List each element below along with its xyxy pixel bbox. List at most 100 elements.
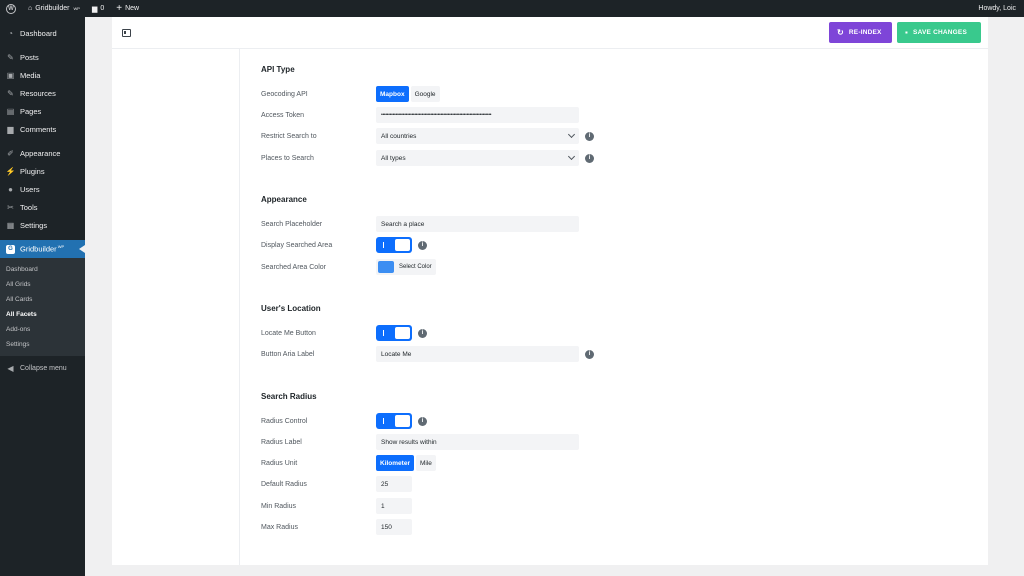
- unit-option-mile[interactable]: Mile: [415, 455, 436, 471]
- sidebar-item-users[interactable]: ● Users: [0, 180, 85, 198]
- select-color-label: Select Color: [399, 264, 432, 270]
- collapse-menu-button[interactable]: ◀ Collapse menu: [0, 359, 85, 377]
- submenu-item-add-ons[interactable]: Add-ons: [0, 322, 85, 337]
- places-to-search-select[interactable]: All types: [376, 150, 579, 166]
- info-icon[interactable]: i: [585, 131, 594, 141]
- radius-control-row: Radius Control i: [261, 413, 961, 429]
- pin-icon: ✎: [7, 88, 14, 98]
- media-icon: ▣: [6, 70, 15, 80]
- collapse-arrow-icon: ◀: [7, 363, 14, 373]
- section-title-appearance: Appearance: [261, 195, 307, 204]
- sidebar-item-posts[interactable]: ✎ Posts: [0, 48, 85, 66]
- submenu-item-all-facets[interactable]: All Facets: [0, 307, 85, 322]
- radius-label-input[interactable]: Show results within: [376, 434, 579, 450]
- default-radius-row: Default Radius 25: [261, 476, 961, 492]
- new-content-menu[interactable]: + New: [110, 0, 145, 17]
- search-placeholder-row: Search Placeholder Search a place: [261, 216, 961, 232]
- save-icon: ▪: [905, 28, 909, 37]
- min-radius-input[interactable]: 1: [376, 498, 412, 514]
- button-aria-label-row: Button Aria Label Locate Me i: [261, 346, 961, 362]
- geocoding-option-google[interactable]: Google: [410, 86, 440, 102]
- field-label: Max Radius: [261, 523, 298, 531]
- sidebar-item-label: Appearance: [20, 148, 61, 158]
- sidebar-item-tools[interactable]: ✂ Tools: [0, 198, 85, 216]
- sidebar-item-label: Users: [20, 184, 40, 194]
- info-icon[interactable]: i: [585, 349, 594, 359]
- access-token-input[interactable]: ••••••••••••••••••••••••••••••••••••••••…: [376, 107, 579, 123]
- save-label: SAVE CHANGES: [913, 29, 967, 36]
- submenu-item-settings[interactable]: Settings: [0, 337, 85, 352]
- sidebar-item-dashboard[interactable]: ◔ Dashboard: [0, 24, 85, 42]
- submenu-item-all-grids[interactable]: All Grids: [0, 277, 85, 292]
- sidebar-item-label: Posts: [20, 52, 39, 62]
- locate-me-row: Locate Me Button i: [261, 325, 961, 341]
- comments-menu[interactable]: ▆ 0: [86, 0, 110, 17]
- facet-editor-panel: ↻ RE-INDEX ▪ SAVE CHANGES API Type Geocodi…: [112, 17, 988, 565]
- field-label: Radius Unit: [261, 459, 298, 467]
- chevron-down-icon: [567, 152, 576, 161]
- select-value: All countries: [381, 132, 417, 140]
- sidebar-item-pages[interactable]: ▤ Pages: [0, 102, 85, 120]
- settings-icon: ▦: [6, 220, 15, 230]
- admin-bar: W ⌂ Gridbuilder WP ▆ 0 + New Howdy, Loic: [0, 0, 1024, 17]
- field-label: Radius Control: [261, 417, 308, 425]
- sidebar-toggle-icon[interactable]: [122, 28, 131, 37]
- sidebar-item-appearance[interactable]: ✐ Appearance: [0, 144, 85, 162]
- field-label: Default Radius: [261, 480, 307, 488]
- toggle-knob: [395, 415, 410, 427]
- facet-settings-content: API Type Geocoding API Mapbox Google Acc…: [241, 49, 988, 565]
- info-icon[interactable]: i: [418, 240, 427, 250]
- field-label: Radius Label: [261, 438, 302, 446]
- select-color-button[interactable]: Select Color: [376, 259, 436, 275]
- field-label: Min Radius: [261, 502, 297, 510]
- info-icon[interactable]: i: [418, 328, 427, 338]
- sidebar-item-media[interactable]: ▣ Media: [0, 66, 85, 84]
- reindex-button[interactable]: ↻ RE-INDEX: [829, 22, 892, 43]
- account-menu[interactable]: Howdy, Loic: [972, 0, 1024, 17]
- restrict-search-row: Restrict Search to All countries i: [261, 128, 961, 144]
- places-to-search-row: Places to Search All types i: [261, 150, 961, 166]
- display-searched-area-toggle[interactable]: [376, 237, 412, 253]
- save-changes-button[interactable]: ▪ SAVE CHANGES: [897, 22, 981, 43]
- plug-icon: ⚡: [5, 166, 16, 176]
- site-name-menu[interactable]: ⌂ Gridbuilder WP: [22, 0, 86, 17]
- sidebar-item-gridbuilder[interactable]: G GridbuilderWP: [0, 240, 85, 258]
- sidebar-item-label: Plugins: [20, 166, 45, 176]
- sidebar-item-settings[interactable]: ▦ Settings: [0, 216, 85, 234]
- pin-icon: ✎: [7, 52, 14, 62]
- sidebar-item-label: Resources: [20, 88, 56, 98]
- info-icon[interactable]: i: [585, 153, 594, 163]
- gridbuilder-submenu: Dashboard All Grids All Cards All Facets…: [0, 258, 85, 356]
- restrict-search-select[interactable]: All countries: [376, 128, 579, 144]
- field-label: Locate Me Button: [261, 329, 316, 337]
- color-swatch: [378, 261, 394, 273]
- sidebar-item-label: Tools: [20, 202, 38, 212]
- unit-option-kilometer[interactable]: Kilometer: [376, 455, 414, 471]
- max-radius-input[interactable]: 150: [376, 519, 412, 535]
- chevron-down-icon: [567, 130, 576, 139]
- toggle-on-mark: [383, 418, 385, 424]
- sidebar-item-label: GridbuilderWP: [20, 244, 64, 254]
- facet-settings-nav: [112, 49, 240, 565]
- access-token-row: Access Token •••••••••••••••••••••••••••…: [261, 107, 961, 123]
- sidebar-item-label: Dashboard: [20, 28, 57, 38]
- info-icon[interactable]: i: [418, 416, 427, 426]
- admin-sidebar: ◔ Dashboard ✎ Posts ▣ Media ✎ Resources ▤ Pag…: [0, 17, 85, 576]
- page-icon: ▤: [6, 106, 15, 116]
- button-aria-label-input[interactable]: Locate Me: [376, 346, 579, 362]
- sidebar-item-label: Settings: [20, 220, 48, 230]
- sidebar-item-resources[interactable]: ✎ Resources: [0, 84, 85, 102]
- home-icon: ⌂: [28, 5, 33, 12]
- submenu-item-dashboard[interactable]: Dashboard: [0, 262, 85, 277]
- radius-control-toggle[interactable]: [376, 413, 412, 429]
- default-radius-input[interactable]: 25: [376, 476, 412, 492]
- sidebar-item-plugins[interactable]: ⚡ Plugins: [0, 162, 85, 180]
- site-name: Gridbuilder: [35, 5, 70, 12]
- search-placeholder-input[interactable]: Search a place: [376, 216, 579, 232]
- submenu-item-all-cards[interactable]: All Cards: [0, 292, 85, 307]
- sidebar-item-comments[interactable]: ▆ Comments: [0, 120, 85, 138]
- section-title-users-location: User's Location: [261, 304, 321, 313]
- wp-logo-menu[interactable]: W: [0, 0, 22, 17]
- geocoding-option-mapbox[interactable]: Mapbox: [376, 86, 409, 102]
- locate-me-toggle[interactable]: [376, 325, 412, 341]
